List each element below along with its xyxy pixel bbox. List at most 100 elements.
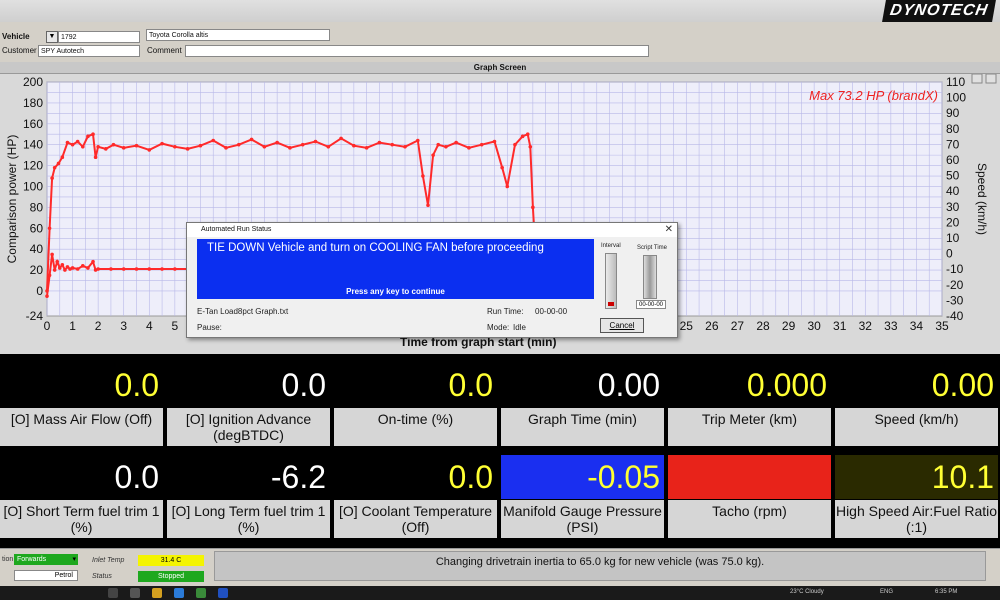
data-point <box>173 144 177 149</box>
data-point <box>96 267 100 271</box>
data-point <box>47 226 52 231</box>
readout-value: 0.0 <box>0 363 163 407</box>
x-tick-label: 32 <box>859 319 873 333</box>
search-icon[interactable] <box>108 588 118 598</box>
readout-label: [O] Long Term fuel trim 1 (%) <box>167 500 330 538</box>
y-tick-label: 120 <box>23 159 43 173</box>
readout-tile[interactable]: 0.00 Graph Time (min) <box>501 358 664 446</box>
status-bar: tion Forwards ▾ Petrol Inlet Temp 31.4 C … <box>0 548 1000 586</box>
readout-value: 0.00 <box>501 363 664 407</box>
readout-label: Trip Meter (km) <box>668 408 831 446</box>
automated-run-status-dialog: Automated Run Status ✕ TIE DOWN Vehicle … <box>186 222 678 338</box>
x-tick-label: 25 <box>680 319 694 333</box>
vehicle-id-field[interactable]: 1792 <box>58 31 140 43</box>
readout-tile[interactable]: -6.2 [O] Long Term fuel trim 1 (%) <box>167 450 330 538</box>
title-bar <box>0 0 1000 22</box>
y2-tick-label: 50 <box>946 169 960 183</box>
y2-tick-label: -40 <box>946 309 964 323</box>
data-point <box>185 147 190 151</box>
interval-gauge-fill <box>608 302 614 306</box>
inlet-temp-label: Inlet Temp <box>92 557 125 564</box>
task-view-icon[interactable] <box>130 588 140 598</box>
readout-tile[interactable]: 0.00 Speed (km/h) <box>835 358 998 446</box>
browser-icon[interactable] <box>196 588 206 598</box>
y2-tick-label: 30 <box>946 200 960 214</box>
y-tick-label: 160 <box>23 117 43 131</box>
data-point <box>198 143 203 148</box>
data-point <box>121 146 126 150</box>
data-point <box>492 139 497 144</box>
comment-label: Comment <box>147 46 182 55</box>
chevron-down-icon: ▾ <box>72 556 76 563</box>
data-point <box>444 144 448 149</box>
readout-value: 0.0 <box>0 455 163 499</box>
close-icon[interactable]: ✕ <box>665 223 673 237</box>
readout-tile[interactable]: 0.0 [O] Coolant Temperature (Off) <box>334 450 497 538</box>
y-tick-label: 80 <box>30 200 44 214</box>
data-point <box>81 144 85 149</box>
readout-label: [O] Mass Air Flow (Off) <box>0 408 163 446</box>
readout-tile[interactable]: -0.05 Manifold Gauge Pressure (PSI) <box>501 450 664 538</box>
inlet-temp-value: 31.4 C <box>138 555 204 566</box>
readout-tile[interactable]: 0.0 [O] Short Term fuel trim 1 (%) <box>0 450 163 538</box>
data-point <box>111 142 116 147</box>
data-point <box>479 142 484 147</box>
readout-label: On-time (%) <box>334 408 497 446</box>
x-tick-label: 31 <box>833 319 847 333</box>
dynotech-app-icon[interactable] <box>218 588 228 598</box>
readout-label: Tacho (rpm) <box>668 500 831 538</box>
x-tick-label: 3 <box>120 319 127 333</box>
clock[interactable]: 6:35 PM <box>935 589 957 595</box>
readout-value: 0.0 <box>334 455 497 499</box>
comment-field[interactable] <box>185 45 649 57</box>
y-tick-label: 20 <box>30 263 44 277</box>
y-tick-label: 100 <box>23 179 43 193</box>
readout-value: -6.2 <box>167 455 330 499</box>
data-point <box>91 259 95 264</box>
readout-value: -0.05 <box>501 455 664 499</box>
data-point <box>50 252 54 257</box>
run-time-value: 00-00-00 <box>535 307 568 316</box>
edge-icon[interactable] <box>174 588 184 598</box>
data-point <box>313 139 318 144</box>
readout-tile[interactable]: 10.1 High Speed Air:Fuel Ratio (:1) <box>835 450 998 538</box>
language[interactable]: ENG <box>880 589 893 595</box>
weather[interactable]: 23°C Cloudy <box>790 589 824 595</box>
data-point <box>403 144 407 149</box>
y2-tick-label: -30 <box>946 293 964 307</box>
customer-field[interactable]: SPY Autotech <box>38 45 140 57</box>
vehicle-name-field[interactable]: Toyota Corolla altis <box>146 29 330 41</box>
chevron-down-icon[interactable]: ▼ <box>46 31 58 43</box>
data-point <box>224 146 228 150</box>
folder-icon[interactable] <box>152 588 162 598</box>
data-point <box>377 140 382 145</box>
cancel-button[interactable]: Cancel <box>600 318 644 333</box>
readout-tile[interactable]: 0.0 On-time (%) <box>334 358 497 446</box>
readout-value <box>668 455 831 499</box>
direction-select[interactable]: Forwards ▾ <box>14 554 78 565</box>
data-point <box>70 142 75 147</box>
x-tick-label: 29 <box>782 319 796 333</box>
y2-tick-label: 60 <box>946 153 960 167</box>
data-point <box>415 138 420 143</box>
y-tick-label: 40 <box>30 242 44 256</box>
readout-tile[interactable]: 0.0 [O] Mass Air Flow (Off) <box>0 358 163 446</box>
run-time-label: Run Time: <box>487 307 524 316</box>
x-tick-label: 26 <box>705 319 719 333</box>
data-point <box>147 267 152 271</box>
pause-label: Pause: <box>197 323 222 332</box>
x-tick-label: 34 <box>910 319 924 333</box>
data-point <box>70 266 75 270</box>
customer-label: Customer <box>2 46 37 55</box>
data-point <box>93 155 98 160</box>
data-point <box>364 146 369 150</box>
readout-tile[interactable]: 0.0 [O] Ignition Advance (degBTDC) <box>167 358 330 446</box>
data-point <box>173 267 177 271</box>
readout-value: 0.0 <box>334 363 497 407</box>
status-label: Status <box>92 573 112 580</box>
y-axis-label: Comparison power (HP) <box>5 135 19 264</box>
y2-tick-label: -20 <box>946 278 964 292</box>
readout-tile[interactable]: 0.000 Trip Meter (km) <box>668 358 831 446</box>
x-tick-label: 30 <box>807 319 821 333</box>
readout-tile[interactable]: Tacho (rpm) <box>668 450 831 538</box>
